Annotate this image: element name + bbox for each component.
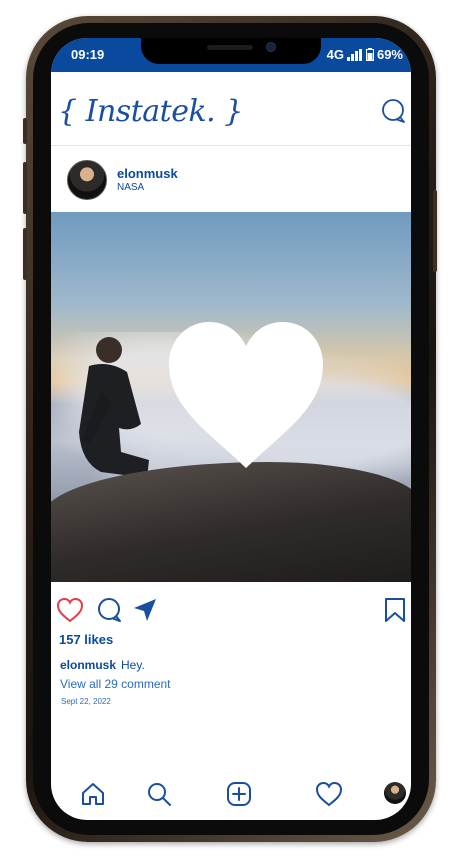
phone-screen: 09:19 4G 69% { Instatek. } elonmusk NASA…	[51, 38, 411, 820]
post-caption: elonmusk Hey.	[60, 658, 145, 672]
bookmark-icon[interactable]	[381, 596, 409, 624]
caption-text: Hey.	[121, 658, 145, 672]
caption-username[interactable]: elonmusk	[60, 658, 116, 672]
status-time: 09:19	[71, 47, 105, 62]
avatar[interactable]	[67, 160, 107, 200]
post-username[interactable]: elonmusk	[117, 166, 178, 181]
side-button-left-2	[23, 162, 27, 214]
front-camera	[266, 42, 276, 52]
send-icon[interactable]	[131, 596, 159, 624]
heart-outline-icon[interactable]	[56, 596, 84, 624]
status-indicators: 4G 69%	[327, 47, 403, 62]
side-button-right	[433, 190, 437, 272]
message-bubble-icon[interactable]	[380, 98, 406, 124]
battery-icon	[365, 48, 374, 61]
side-button-left-1	[23, 118, 27, 144]
person-silhouette	[79, 337, 149, 478]
heart-icon	[169, 322, 323, 468]
notch	[141, 38, 321, 64]
likes-count[interactable]: 157 likes	[59, 632, 113, 647]
comment-icon[interactable]	[95, 596, 123, 624]
post-image[interactable]	[51, 212, 411, 582]
app-header: { Instatek. }	[51, 72, 411, 146]
home-icon[interactable]	[79, 780, 107, 808]
speaker	[207, 45, 253, 50]
bottom-nav	[51, 776, 411, 820]
side-button-left-3	[23, 228, 27, 280]
rock-ground	[51, 462, 411, 582]
post-date: Sept 22, 2022	[61, 697, 111, 706]
post-location[interactable]: NASA	[117, 182, 144, 193]
activity-heart-icon[interactable]	[315, 780, 343, 808]
add-post-icon[interactable]	[225, 780, 253, 808]
battery-percent: 69%	[376, 47, 403, 62]
post-actions	[51, 582, 411, 630]
signal-icon	[346, 48, 362, 61]
view-comments-link[interactable]: View all 29 comment	[60, 677, 171, 691]
status-bar: 09:19 4G 69%	[51, 38, 411, 72]
search-icon[interactable]	[145, 780, 173, 808]
app-logo[interactable]: { Instatek. }	[58, 94, 243, 129]
network-label: 4G	[326, 47, 344, 62]
post-header: elonmusk NASA	[51, 146, 411, 212]
profile-avatar[interactable]	[384, 782, 406, 804]
